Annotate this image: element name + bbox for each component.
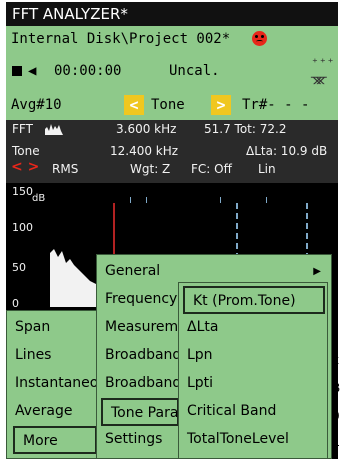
frequency-correction-label: FC: Off xyxy=(191,162,232,176)
menu-item-lines[interactable]: Lines xyxy=(7,342,99,370)
app-title: FFT ANALYZER* xyxy=(12,5,128,23)
calibration-status: Uncal. xyxy=(169,63,220,79)
tone-item-total-tone-level[interactable]: TotalToneLevel xyxy=(179,426,327,454)
cursor-arrows-icon[interactable]: < > xyxy=(11,159,39,175)
edge-text: k xyxy=(332,353,339,367)
edge-text: 0 xyxy=(332,409,340,423)
main-menu: Span Lines Instantaneous Average More xyxy=(6,310,100,459)
tone-item-kt-prom-tone[interactable]: Kt (Prom.Tone) xyxy=(183,286,325,314)
tone-frequency: 12.400 kHz xyxy=(110,144,179,158)
submenu-item-general-label: General xyxy=(105,263,161,279)
fft-level: 51.7 Tot: 72.2 xyxy=(204,122,287,136)
speaker-icon: ◀ xyxy=(28,63,37,79)
measurement-status-bar: ◀ 00:00:00 Uncal. ⁺⁺⁺ ᚘ xyxy=(6,52,338,90)
submenu-item-broadband-1[interactable]: Broadband xyxy=(97,342,181,370)
menu-item-instantaneous[interactable]: Instantaneous xyxy=(7,370,99,398)
y-axis-label-0: 0 xyxy=(12,297,19,310)
track-label: Tr#- - - xyxy=(242,97,310,113)
edge-text: 4 xyxy=(332,437,340,451)
submenu-item-frequency[interactable]: Frequency xyxy=(97,286,181,314)
tone-parameters-submenu: Kt (Prom.Tone) ΔLta Lpn Lpti Critical Ba… xyxy=(178,282,328,459)
fft-analyzer-screen: FFT ANALYZER* Internal Disk\Project 002*… xyxy=(0,0,343,459)
submenu-item-measurement[interactable]: Measurement xyxy=(97,314,181,342)
mode-next-arrow-icon[interactable]: > xyxy=(211,95,231,115)
scale-label: Lin xyxy=(258,162,276,176)
red-smiley-status-icon xyxy=(252,31,267,46)
top-tick xyxy=(220,197,221,203)
fft-frequency: 3.600 kHz xyxy=(116,122,177,136)
mode-label[interactable]: Tone xyxy=(151,90,185,120)
antenna-signal-icon: ⁺⁺⁺ ᚘ xyxy=(311,56,335,85)
weighting-label: Wgt: Z xyxy=(130,162,171,176)
submenu-item-settings[interactable]: Settings xyxy=(97,426,181,454)
top-tick xyxy=(266,197,267,203)
fft-label: FFT xyxy=(12,122,33,136)
tone-item-critical-band[interactable]: Critical Band xyxy=(179,398,327,426)
tone-item-lpn[interactable]: Lpn xyxy=(179,342,327,370)
average-mode-bar: Avg#10 < Tone > Tr#- - - xyxy=(6,90,338,120)
project-path-bar[interactable]: Internal Disk\Project 002* xyxy=(6,26,338,52)
project-path: Internal Disk\Project 002* xyxy=(11,31,231,47)
rms-label: RMS xyxy=(52,162,79,176)
top-tick xyxy=(130,197,131,203)
delta-lta-readout: ΔLta: 10.9 dB xyxy=(246,144,328,158)
y-axis-unit: dB xyxy=(32,193,46,204)
top-tick xyxy=(146,197,147,203)
stop-icon xyxy=(12,66,22,76)
tone-item-delta-lta[interactable]: ΔLta xyxy=(179,314,327,342)
menu-item-span[interactable]: Span xyxy=(7,314,99,342)
y-axis-label-50: 50 xyxy=(12,261,26,274)
mode-prev-arrow-icon[interactable]: < xyxy=(124,95,144,115)
menu-item-more[interactable]: More xyxy=(13,426,97,454)
submenu-item-broadband-2[interactable]: Broadband xyxy=(97,370,181,398)
title-bar: FFT ANALYZER* xyxy=(6,2,338,26)
tone-item-lpti[interactable]: Lpti xyxy=(179,370,327,398)
submenu-item-tone-parameters[interactable]: Tone Parameters xyxy=(101,398,179,426)
y-axis-label-150: 150 xyxy=(12,185,33,198)
tone-label: Tone xyxy=(12,144,40,158)
elapsed-time: 00:00:00 xyxy=(54,63,122,79)
y-axis-label-100: 100 xyxy=(12,221,33,234)
spectrum-mini-icon xyxy=(45,124,63,135)
menu-item-average[interactable]: Average xyxy=(7,398,99,426)
average-count: Avg#10 xyxy=(11,97,62,113)
edge-text: B xyxy=(332,381,341,395)
